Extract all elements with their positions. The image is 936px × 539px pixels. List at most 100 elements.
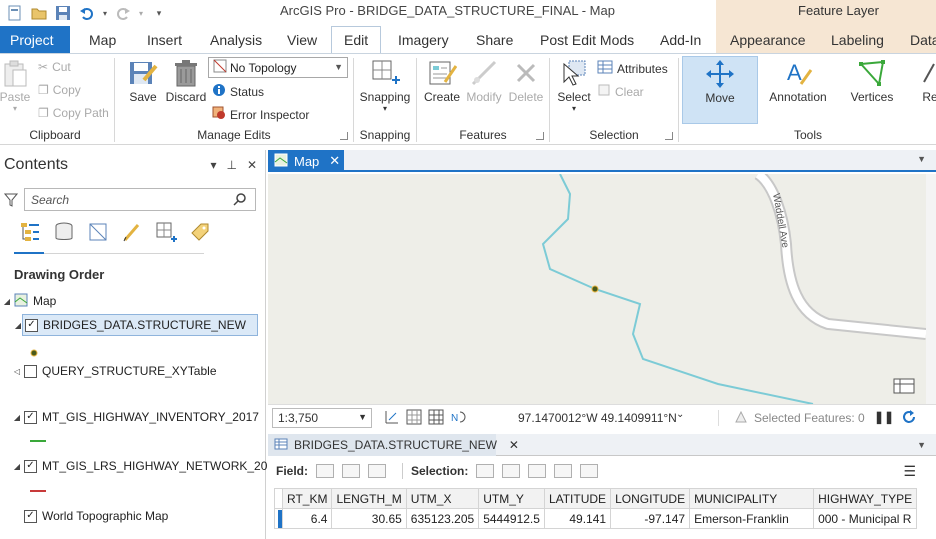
table-cell[interactable]: 635123.205 xyxy=(405,508,480,529)
pause-drawing-icon[interactable]: ❚❚ xyxy=(874,410,894,424)
redo-dropdown-icon[interactable]: ▾ xyxy=(136,2,146,24)
layer-visibility-checkbox[interactable]: ✓ xyxy=(24,459,37,473)
tab-post-edit-mods[interactable]: Post Edit Mods xyxy=(540,26,634,53)
layer-visibility-checkbox[interactable]: ✓ xyxy=(25,318,38,332)
list-by-editing-icon[interactable] xyxy=(120,220,144,244)
pin-icon[interactable]: ⊥ xyxy=(226,158,236,172)
tab-imagery[interactable]: Imagery xyxy=(398,26,449,53)
list-by-data-source-icon[interactable] xyxy=(52,220,76,244)
layer-visibility-checkbox[interactable] xyxy=(24,364,37,378)
layer-world-topographic-map[interactable]: ✓ World Topographic Map xyxy=(10,505,168,527)
clear-selection-icon[interactable] xyxy=(554,464,573,478)
basemap-gallery-icon[interactable] xyxy=(893,378,915,394)
map-vertical-scrollbar[interactable] xyxy=(926,174,936,404)
column-header[interactable]: UTM_X xyxy=(405,488,480,509)
delete-selected-icon[interactable] xyxy=(580,464,599,478)
redo-icon[interactable] xyxy=(112,2,134,24)
column-header[interactable]: MUNICIPALITY xyxy=(689,488,815,509)
tab-appearance[interactable]: Appearance xyxy=(730,26,806,53)
grid-icon[interactable] xyxy=(428,409,444,428)
filter-icon[interactable] xyxy=(3,193,19,210)
map-canvas[interactable]: Waddell Ave xyxy=(268,174,926,404)
tab-map[interactable]: Map xyxy=(89,26,116,53)
tab-labeling[interactable]: Labeling xyxy=(831,26,884,53)
calculate-field-icon[interactable] xyxy=(368,464,386,478)
table-row[interactable]: 6.4 30.65 635123.205 5444912.5 49.141 -9… xyxy=(274,508,918,529)
column-header[interactable]: LATITUDE xyxy=(543,488,612,509)
layer-visibility-checkbox[interactable]: ✓ xyxy=(24,509,37,523)
zoom-to-selection-icon[interactable] xyxy=(502,464,521,478)
table-scale-icon[interactable] xyxy=(406,409,422,428)
cut-button[interactable]: ✂ Cut xyxy=(38,60,71,74)
tab-edit[interactable]: Edit xyxy=(331,26,382,53)
bridge-point[interactable] xyxy=(591,285,599,293)
clear-selection-button[interactable]: Clear xyxy=(597,83,644,100)
discard-edits-button[interactable]: Discard xyxy=(166,56,206,104)
tab-analysis[interactable]: Analysis xyxy=(210,26,262,53)
table-cell[interactable]: 6.4 xyxy=(281,508,333,529)
layer-mt-gis-highway-inventory-2017[interactable]: ◢ ✓ MT_GIS_HIGHWAY_INVENTORY_2017 xyxy=(10,406,259,428)
snapping-button[interactable]: Snapping ▾ xyxy=(359,56,411,113)
column-header[interactable]: LENGTH_M xyxy=(331,488,407,509)
search-icon[interactable] xyxy=(233,192,247,209)
row-selector[interactable] xyxy=(274,508,283,529)
dialog-launcher-icon[interactable] xyxy=(665,132,673,140)
delete-field-icon[interactable] xyxy=(342,464,360,478)
list-by-snapping-icon[interactable] xyxy=(154,220,178,244)
column-header[interactable]: RT_KM xyxy=(281,488,333,509)
table-cell[interactable]: 30.65 xyxy=(331,508,407,529)
collapse-triangle-icon[interactable]: ◢ xyxy=(11,321,25,330)
map-view-tab[interactable]: Map ✕ xyxy=(268,150,344,172)
status-button[interactable]: Status xyxy=(212,83,264,100)
column-header[interactable]: UTM_Y xyxy=(478,488,545,509)
map-node[interactable]: ◢ Map xyxy=(0,290,56,312)
layer-mt-gis-lrs-highway-network-2017[interactable]: ◢ ✓ MT_GIS_LRS_HIGHWAY_NETWORK_2017 xyxy=(10,455,281,477)
collapse-triangle-icon[interactable]: ◢ xyxy=(0,297,14,306)
vertices-tool-button[interactable]: Vertices xyxy=(842,56,902,104)
move-tool-button[interactable]: Move xyxy=(682,56,758,124)
collapse-triangle-icon[interactable]: ◢ xyxy=(10,462,24,471)
list-by-drawing-order-icon[interactable] xyxy=(18,220,42,244)
tab-insert[interactable]: Insert xyxy=(147,26,182,53)
table-cell[interactable]: 5444912.5 xyxy=(478,508,545,529)
coordinate-format-chevron-icon[interactable]: ⌄ xyxy=(676,409,684,420)
row-selector-header[interactable] xyxy=(274,488,283,509)
refresh-icon[interactable] xyxy=(900,408,918,429)
topology-select[interactable]: No Topology ▼ xyxy=(208,57,348,78)
close-icon[interactable]: ✕ xyxy=(509,438,519,452)
tab-project[interactable]: Project xyxy=(0,26,70,53)
collapse-triangle-icon[interactable]: ◢ xyxy=(10,413,24,422)
undo-dropdown-icon[interactable]: ▾ xyxy=(100,2,110,24)
tab-view[interactable]: View xyxy=(287,26,317,53)
column-header[interactable]: LONGITUDE xyxy=(610,488,691,509)
dialog-launcher-icon[interactable] xyxy=(340,132,348,140)
attributes-button[interactable]: Attributes xyxy=(597,60,668,77)
save-project-icon[interactable] xyxy=(52,2,74,24)
layer-visibility-checkbox[interactable]: ✓ xyxy=(24,410,37,424)
undo-icon[interactable] xyxy=(76,2,98,24)
reshape-tool-button[interactable]: Re xyxy=(920,56,936,104)
open-project-icon[interactable] xyxy=(28,2,50,24)
add-field-icon[interactable] xyxy=(316,464,334,478)
save-edits-button[interactable]: Save xyxy=(126,56,160,104)
list-by-selection-icon[interactable] xyxy=(86,220,110,244)
tab-add-in[interactable]: Add-In xyxy=(660,26,701,53)
column-header[interactable]: HIGHWAY_TYPE xyxy=(813,488,918,509)
tab-data[interactable]: Data xyxy=(910,26,936,53)
customize-toolbar-icon[interactable]: ▾ xyxy=(148,2,170,24)
table-cell[interactable]: 49.141 xyxy=(543,508,612,529)
attribute-table-tab[interactable]: BRIDGES_DATA.STRUCTURE_NEW ✕ xyxy=(268,434,519,456)
expand-triangle-icon[interactable]: ◁ xyxy=(10,367,24,376)
close-icon[interactable]: ✕ xyxy=(247,158,257,172)
view-list-dropdown-icon[interactable]: ▼ xyxy=(917,440,926,450)
dialog-launcher-icon[interactable] xyxy=(536,132,544,140)
delete-features-button[interactable]: Delete xyxy=(508,56,544,104)
select-by-attributes-icon[interactable] xyxy=(476,464,495,478)
new-project-icon[interactable] xyxy=(4,2,26,24)
layer-query-structure-xytable[interactable]: ◁ QUERY_STRUCTURE_XYTable xyxy=(10,360,217,382)
switch-selection-icon[interactable] xyxy=(528,464,547,478)
pane-options-icon[interactable]: ▾ xyxy=(210,158,216,172)
error-inspector-button[interactable]: Error Inspector xyxy=(212,106,309,123)
tab-share[interactable]: Share xyxy=(476,26,513,53)
select-button[interactable]: Select ▾ xyxy=(555,56,593,113)
